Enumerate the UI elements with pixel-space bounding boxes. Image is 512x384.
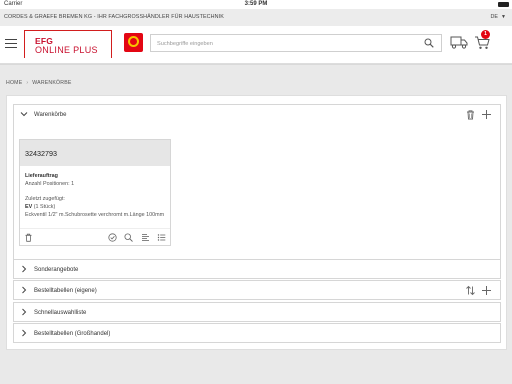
cart-type: Lieferauftrag [25,173,58,179]
accordion-bestelltabellen-grosshandel[interactable]: Bestelltabellen (Großhandel) [13,323,501,343]
menu-icon[interactable] [5,39,17,49]
chevron-down-icon[interactable]: ▼ [501,14,506,20]
list-icon[interactable] [157,233,166,242]
plus-icon[interactable] [481,285,492,296]
main-panel: Warenkörbe 32432793 Lieferauftrag Anzahl… [6,95,507,350]
trash-icon[interactable] [465,109,476,120]
app-header: EFG ONLINE PLUS 1 [0,26,512,64]
company-name: CORDES & GRAEFE BREMEN KG - IHR FACHGROS… [4,14,224,20]
last-added-description: Eckventil 1/2" m.Schubrosette verchromt … [25,212,165,218]
battery-icon [498,2,509,7]
accordion-label[interactable]: Bestelltabellen (eigene) [34,288,97,294]
search-icon[interactable] [424,38,434,48]
search-input[interactable] [157,38,417,49]
search-box [150,34,442,52]
status-bar: Carrier 3:59 PM [0,0,512,9]
search-icon[interactable] [124,233,133,242]
chevron-right-icon[interactable] [20,286,28,294]
truck-icon[interactable] [450,35,468,49]
chevron-right-icon[interactable] [20,308,28,316]
accordion-label[interactable]: Sonderangebote [34,267,78,273]
cart-positions: Anzahl Positionen: 1 [25,181,75,187]
breadcrumb-current: WARENKÖRBE [32,80,72,86]
cart-card-body: Lieferauftrag Anzahl Positionen: 1 Zulet… [25,172,167,219]
chevron-right-icon: › [26,80,29,86]
breadcrumb: HOME › WARENKÖRBE [6,80,72,86]
cart-number: 32432793 [25,149,57,158]
accordion-schnellauswahlliste[interactable]: Schnellauswahlliste [13,302,501,322]
accordion-label[interactable]: Bestelltabellen (Großhandel) [34,331,110,337]
align-left-icon[interactable] [141,233,150,242]
accordion-warenkoerbe: Warenkörbe 32432793 Lieferauftrag Anzahl… [13,104,501,260]
breadcrumb-home[interactable]: HOME [6,80,22,86]
cart-card-header: 32432793 [20,140,170,166]
efg-logo[interactable]: EFG ONLINE PLUS [24,30,112,58]
trash-icon[interactable] [24,233,33,242]
cart-card-actions [20,228,170,245]
chevron-down-icon[interactable] [20,110,28,118]
accordion-label[interactable]: Schnellauswahlliste [34,310,86,316]
accordion-sonderangebote[interactable]: Sonderangebote [13,259,501,279]
check-circle-icon[interactable] [108,233,117,242]
header-divider [0,64,512,65]
chevron-right-icon[interactable] [20,265,28,273]
last-added-label: Zuletzt zugefügt: [25,196,65,202]
cart-count-badge[interactable]: 1 [481,30,490,39]
sort-icon[interactable] [465,285,476,296]
chevron-right-icon[interactable] [20,329,28,337]
language-selector[interactable]: DE [491,14,499,20]
cart-card[interactable]: 32432793 Lieferauftrag Anzahl Positionen… [19,139,171,246]
accordion-bestelltabellen-eigene[interactable]: Bestelltabellen (eigene) [13,280,501,300]
logo-line2: ONLINE PLUS [35,45,98,55]
company-bar: CORDES & GRAEFE BREMEN KG - IHR FACHGROS… [0,9,512,26]
clock: 3:59 PM [244,1,268,7]
plus-icon[interactable] [481,109,492,120]
last-added-qty: (1 Stück) [33,204,56,210]
last-added-code: EV [25,204,33,210]
accordion-label[interactable]: Warenkörbe [34,112,66,118]
cg-gruppe-logo [124,33,143,52]
